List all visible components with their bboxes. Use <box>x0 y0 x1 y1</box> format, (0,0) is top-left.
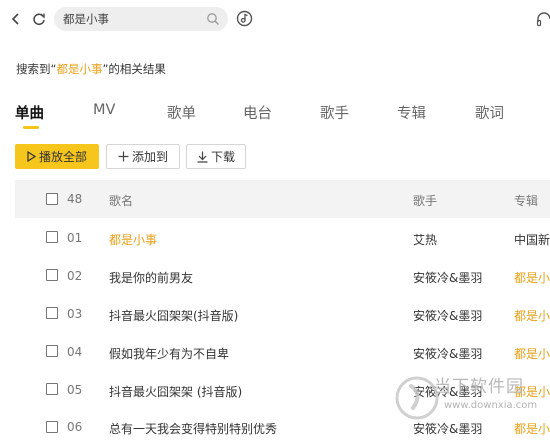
play-all-button[interactable]: 播放全部 <box>15 144 99 169</box>
tab-mv[interactable]: MV <box>93 102 115 118</box>
search-summary: 搜索到“都是小事”的相关结果 <box>16 61 166 77</box>
search-input[interactable] <box>63 11 203 27</box>
row-number: 06 <box>67 420 83 434</box>
header-song: 歌名 <box>109 194 134 208</box>
add-to-button[interactable]: 添加到 <box>106 144 180 169</box>
back-arrow-icon <box>11 13 19 25</box>
row-checkbox[interactable] <box>46 231 58 243</box>
song-title[interactable]: 抖音最火囧架架(抖音版) <box>109 307 238 324</box>
headset-icon[interactable] <box>536 11 550 27</box>
back-button[interactable] <box>6 9 26 29</box>
refresh-icon <box>33 13 45 26</box>
summary-prefix: 搜索到“ <box>16 62 57 76</box>
play-all-label: 播放全部 <box>38 150 87 164</box>
table-header <box>15 180 550 218</box>
row-number: 03 <box>67 307 83 321</box>
summary-keyword: 都是小事 <box>56 62 103 76</box>
row-checkbox[interactable] <box>46 269 58 281</box>
song-title[interactable]: 都是小事 <box>109 231 157 248</box>
refresh-button[interactable] <box>29 9 49 29</box>
row-number: 01 <box>67 231 83 245</box>
tab-singers[interactable]: 歌手 <box>320 102 349 123</box>
album-name[interactable]: 都是小 <box>514 307 550 324</box>
download-icon <box>197 151 208 163</box>
tab-playlists[interactable]: 歌单 <box>167 102 196 123</box>
tab-songs[interactable]: 单曲 <box>15 102 44 123</box>
tab-lyrics[interactable]: 歌词 <box>475 102 504 123</box>
select-all-checkbox[interactable] <box>46 193 58 205</box>
download-button[interactable]: 下载 <box>186 144 246 169</box>
row-number: 02 <box>67 269 83 283</box>
watermark-url: www.downxia.com <box>444 400 538 411</box>
song-title[interactable]: 假如我年少有为不自卑 <box>109 345 229 362</box>
add-to-label: 添加到 <box>131 150 168 164</box>
row-number: 04 <box>67 345 83 359</box>
row-checkbox[interactable] <box>46 383 58 395</box>
row-number: 05 <box>67 383 83 397</box>
album-name[interactable]: 中国新 <box>514 231 550 248</box>
plus-icon <box>118 151 129 162</box>
search-box[interactable] <box>54 7 228 31</box>
active-tab-indicator <box>23 126 39 129</box>
watermark-name: 当下软件园 <box>434 377 524 397</box>
row-checkbox[interactable] <box>46 307 58 319</box>
song-title[interactable]: 总有一天我会变得特别特别优秀 <box>109 420 277 437</box>
song-title[interactable]: 抖音最火囧架架 (抖音版) <box>109 383 242 400</box>
play-icon <box>27 151 36 162</box>
singer-name[interactable]: 艾热 <box>413 231 437 248</box>
tab-albums[interactable]: 专辑 <box>397 102 426 123</box>
song-count: 48 <box>67 192 83 206</box>
search-icon[interactable] <box>206 12 220 26</box>
song-title[interactable]: 我是你的前男友 <box>109 269 193 286</box>
singer-name[interactable]: 安筱冷&墨羽 <box>413 269 482 286</box>
summary-suffix: ”的相关结果 <box>102 62 166 76</box>
download-label: 下载 <box>210 150 235 164</box>
tab-radio[interactable]: 电台 <box>243 102 272 123</box>
header-album: 专辑 <box>514 194 539 208</box>
header-singer: 歌手 <box>413 194 438 208</box>
album-name[interactable]: 都是小 <box>514 269 550 286</box>
music-recognition-icon[interactable] <box>236 10 253 27</box>
row-checkbox[interactable] <box>46 345 58 357</box>
singer-name[interactable]: 安筱冷&墨羽 <box>413 307 482 324</box>
row-checkbox[interactable] <box>46 421 58 433</box>
